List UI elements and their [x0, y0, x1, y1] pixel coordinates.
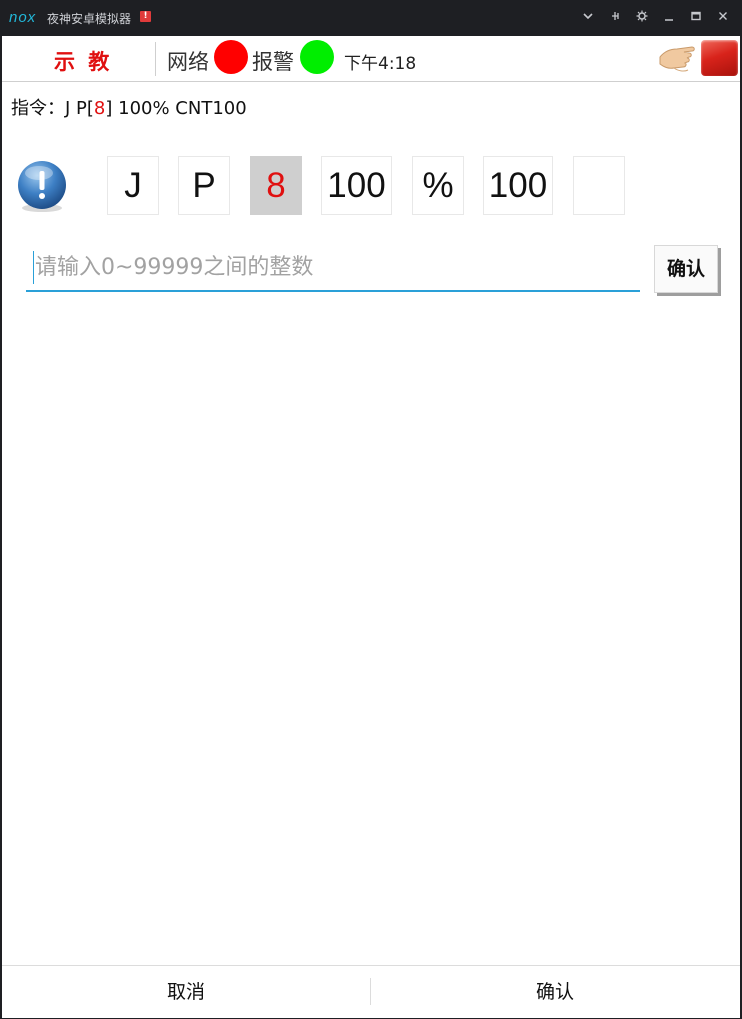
maximize-icon[interactable] — [687, 9, 705, 27]
pin-icon[interactable] — [606, 9, 624, 27]
token-box[interactable]: 100 — [483, 156, 553, 215]
emulator-frame: 示 教 网络 报警 下午4:18 指令：J P[8] 100% CNT100 J… — [0, 36, 742, 1019]
status-bar: 示 教 网络 报警 下午4:18 — [2, 36, 740, 82]
value-input[interactable] — [35, 250, 635, 284]
window-title: 夜神安卓模拟器 — [47, 12, 132, 26]
network-status-indicator — [214, 40, 248, 74]
divider — [155, 42, 156, 76]
notice-badge[interactable]: ! — [140, 11, 151, 22]
cancel-button[interactable]: 取消 — [2, 966, 370, 1018]
token-box[interactable]: 100 — [321, 156, 392, 215]
close-icon[interactable] — [714, 9, 732, 27]
clock: 下午4:18 — [344, 54, 417, 74]
token-box-empty[interactable] — [573, 156, 625, 215]
token-box-selected[interactable]: 8 — [250, 156, 302, 215]
network-label: 网络 — [167, 50, 209, 74]
dialog-footer: 取消 确认 — [2, 965, 740, 1018]
info-icon[interactable] — [15, 160, 69, 214]
emergency-stop-button[interactable] — [701, 40, 738, 76]
input-confirm-button[interactable]: 确认 — [654, 245, 718, 293]
value-input-container — [26, 244, 640, 292]
text-caret — [33, 251, 34, 284]
instruction-index: 8 — [93, 98, 106, 119]
hand-icon[interactable] — [658, 40, 700, 76]
alarm-status-indicator — [300, 40, 334, 74]
chevron-down-icon[interactable] — [579, 9, 597, 27]
token-box[interactable]: J — [107, 156, 159, 215]
token-box[interactable]: P — [178, 156, 230, 215]
instruction-prefix: 指令：J P[ — [11, 98, 94, 119]
gear-icon[interactable] — [633, 9, 651, 27]
mode-label[interactable]: 示 教 — [54, 46, 112, 76]
app-screen: 示 教 网络 报警 下午4:18 指令：J P[8] 100% CNT100 J… — [2, 36, 740, 1018]
instruction-line: 指令：J P[8] 100% CNT100 — [11, 94, 247, 120]
confirm-button[interactable]: 确认 — [371, 966, 739, 1018]
token-box[interactable]: % — [412, 156, 464, 215]
instruction-suffix: ] 100% CNT100 — [105, 98, 247, 119]
alarm-label: 报警 — [252, 50, 294, 74]
window-titlebar: nox 夜神安卓模拟器 ! — [0, 0, 742, 36]
minimize-icon[interactable] — [660, 9, 678, 27]
nox-logo: nox — [9, 9, 37, 26]
